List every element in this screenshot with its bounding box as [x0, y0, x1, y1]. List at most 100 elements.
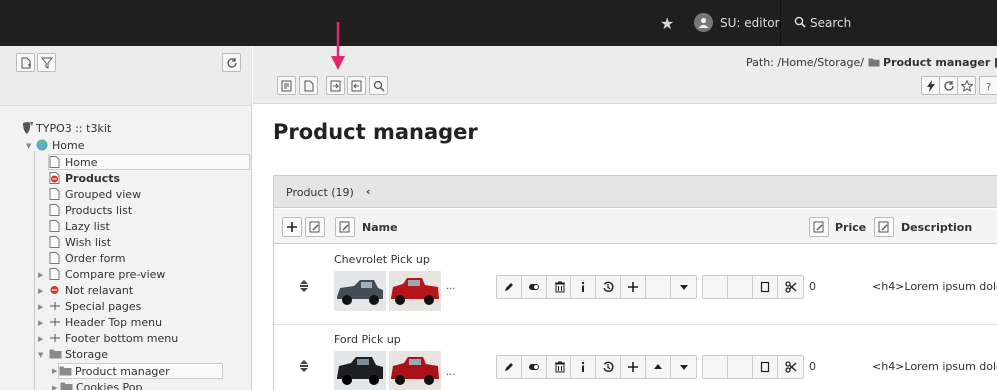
move-up-button[interactable] — [646, 356, 671, 378]
toggle-visibility-button[interactable] — [522, 356, 547, 378]
edit-page-button[interactable] — [299, 76, 318, 95]
product-name[interactable]: Chevrolet Pick up — [334, 253, 430, 266]
search-label[interactable]: Search — [810, 16, 851, 30]
empty-action-slot — [703, 356, 728, 378]
tree-item-not-relavant[interactable]: Not relavant — [49, 283, 219, 299]
expand-toggle-icon[interactable]: ▶ — [38, 287, 43, 295]
import-button[interactable] — [347, 76, 366, 95]
tree-item-wish-list[interactable]: Wish list — [49, 235, 199, 251]
tree-item-footer-bottom-menu[interactable]: Footer bottom menu — [49, 331, 239, 347]
new-after-button[interactable] — [621, 356, 646, 378]
edit-button[interactable] — [497, 356, 522, 378]
tree-item-label: Products list — [65, 204, 133, 217]
tree-item-home-site[interactable]: Home — [36, 138, 136, 154]
tree-item-label: Cookies Pop — [76, 381, 143, 390]
toggle-visibility-button[interactable] — [522, 276, 547, 298]
user-menu-label[interactable]: SU: editor — [720, 16, 780, 30]
info-button[interactable] — [571, 356, 596, 378]
new-record-button[interactable] — [277, 76, 296, 95]
product-thumbnail[interactable] — [389, 271, 441, 311]
folder-icon — [49, 349, 62, 359]
product-thumbnail[interactable] — [334, 351, 386, 390]
avatar[interactable] — [694, 13, 713, 32]
collapse-toggle-icon[interactable]: ▼ — [38, 351, 43, 359]
new-after-button[interactable] — [621, 276, 646, 298]
tree-item-products-list[interactable]: Products list — [49, 203, 199, 219]
tree-item-cookies-pop[interactable]: Cookies Pop — [60, 380, 210, 390]
column-header-name[interactable]: Name — [362, 221, 398, 234]
edit-button[interactable] — [497, 276, 522, 298]
column-header-price[interactable]: Price — [835, 221, 866, 234]
tree-item-storage[interactable]: Storage — [49, 347, 199, 363]
refresh-icon — [944, 81, 954, 91]
drag-handle-icon[interactable] — [298, 280, 310, 292]
search-button[interactable] — [369, 76, 388, 95]
reload-button[interactable] — [939, 76, 958, 95]
info-icon — [581, 281, 585, 292]
refresh-tree-button[interactable] — [222, 53, 241, 72]
scissors-icon — [784, 281, 796, 293]
edit-name-column-button[interactable] — [335, 217, 355, 237]
price-cell: 0 — [809, 360, 816, 373]
bookmark-button[interactable] — [957, 76, 976, 95]
move-down-button[interactable] — [671, 276, 696, 298]
expand-toggle-icon[interactable]: ▶ — [52, 384, 57, 390]
tree-item-grouped-view[interactable]: Grouped view — [49, 187, 199, 203]
product-thumbnail[interactable] — [334, 271, 386, 311]
clear-cache-button[interactable] — [921, 76, 940, 95]
tree-item-header-top-menu[interactable]: Header Top menu — [49, 315, 219, 331]
pencil-icon — [505, 283, 513, 291]
history-button[interactable] — [596, 276, 621, 298]
collapse-icon[interactable]: ‹ — [366, 185, 371, 198]
copy-button[interactable] — [753, 356, 778, 378]
column-header-description[interactable]: Description — [901, 221, 972, 234]
caret-down-icon — [679, 285, 688, 290]
new-page-button[interactable] — [16, 53, 35, 72]
tree-item-product-manager[interactable]: Product manager — [58, 363, 223, 379]
help-button[interactable]: ? — [979, 76, 997, 95]
star-outline-icon — [961, 80, 973, 92]
tree-item-lazy-list[interactable]: Lazy list — [49, 219, 199, 235]
expand-toggle-icon[interactable]: ▶ — [52, 367, 57, 375]
add-record-button[interactable] — [282, 217, 302, 237]
tree-item-label: Header Top menu — [65, 316, 163, 329]
page-restricted-icon — [50, 286, 59, 294]
product-thumbnail[interactable] — [389, 351, 441, 390]
expand-toggle-icon[interactable]: ▶ — [38, 335, 43, 343]
delete-button[interactable] — [547, 356, 572, 378]
expand-toggle-icon[interactable]: ▶ — [38, 319, 43, 327]
plus-icon — [287, 222, 297, 232]
edit-description-column-button[interactable] — [874, 217, 894, 237]
tree-item-special-pages[interactable]: Special pages — [49, 299, 219, 315]
tree-item-products[interactable]: Products — [49, 171, 199, 187]
tree-item-order-form[interactable]: Order form — [49, 251, 199, 267]
table-row: Chevrolet Pick up ... 0 <h4>Lorem ipsum … — [274, 245, 997, 325]
product-name[interactable]: Ford Pick up — [334, 333, 401, 346]
tree-item-compare-pre-view[interactable]: Compare pre-view — [49, 267, 219, 283]
panel-header[interactable]: Product (19) ‹ — [274, 176, 997, 208]
edit-columns-button[interactable] — [305, 217, 325, 237]
expand-toggle-icon[interactable]: ▼ — [26, 142, 31, 150]
edit-price-column-button[interactable] — [809, 217, 829, 237]
drag-handle-icon[interactable] — [298, 360, 310, 372]
description-cell: <h4>Lorem ipsum dolo — [872, 360, 997, 373]
bookmark-star-icon[interactable]: ★ — [660, 14, 674, 33]
tree-root-label: TYPO3 :: t3kit — [36, 122, 112, 135]
copy-button[interactable] — [753, 276, 778, 298]
history-button[interactable] — [596, 356, 621, 378]
filter-button[interactable] — [37, 53, 56, 72]
expand-toggle-icon[interactable]: ▶ — [38, 271, 43, 279]
search-icon[interactable] — [794, 16, 806, 28]
cut-button[interactable] — [778, 276, 803, 298]
cut-button[interactable] — [778, 356, 803, 378]
info-button[interactable] — [571, 276, 596, 298]
delete-button[interactable] — [547, 276, 572, 298]
divider — [780, 0, 781, 46]
tree-item-home-page[interactable]: Home — [48, 154, 250, 170]
export-button[interactable] — [326, 76, 345, 95]
tree-item-label: Not relavant — [65, 284, 134, 297]
caret-up-icon — [654, 364, 662, 369]
history-icon — [603, 361, 614, 372]
move-down-button[interactable] — [671, 356, 696, 378]
expand-toggle-icon[interactable]: ▶ — [38, 303, 43, 311]
